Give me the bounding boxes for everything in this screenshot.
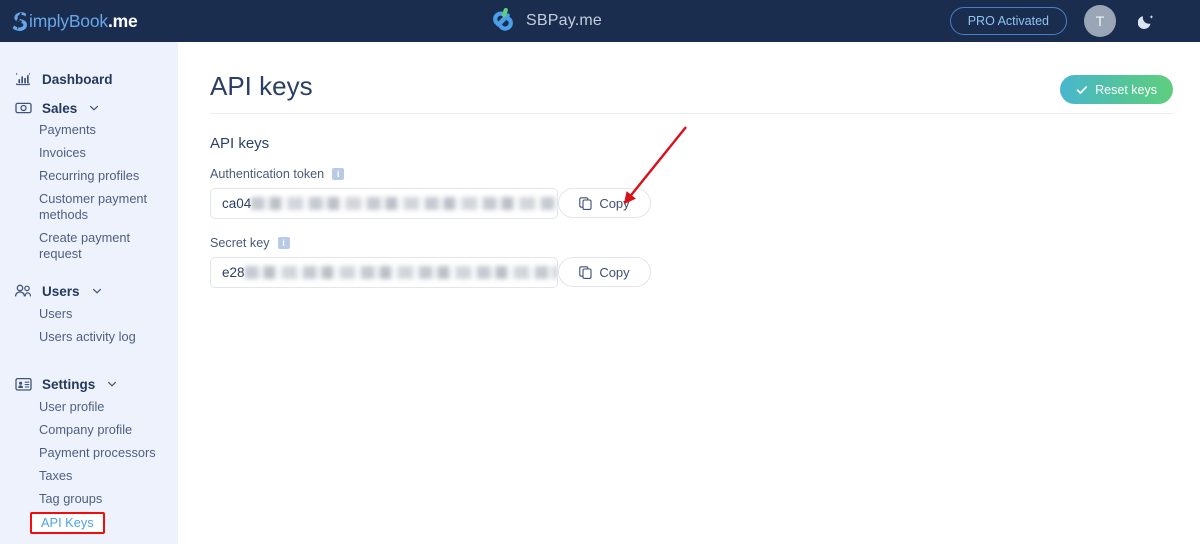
authentication-token-value: ca04 (222, 196, 252, 211)
sidebar-subitem-users[interactable]: Users (0, 306, 72, 322)
avatar[interactable]: T (1084, 5, 1116, 37)
chevron-down-icon[interactable] (89, 103, 99, 113)
authentication-token-masked-value (251, 197, 557, 210)
sidebar: Dashboard Sales Payments Invoices Recurr… (0, 42, 178, 544)
id-card-icon (14, 375, 32, 393)
authentication-token-input[interactable]: ca04 (210, 188, 558, 219)
pro-activated-badge[interactable]: PRO Activated (949, 7, 1067, 35)
sidebar-subitem-tag-groups[interactable]: Tag groups (0, 491, 102, 507)
info-icon[interactable]: i (332, 168, 345, 180)
sidebar-subitem-create-payment-request[interactable]: Create payment request (0, 230, 130, 262)
sidebar-subitem-user-profile[interactable]: User profile (0, 399, 104, 415)
secret-key-input[interactable]: e28 (210, 257, 558, 288)
sbpay-mark-icon (493, 7, 513, 31)
app-window: implyBook.me SBPay.me PRO Activated T Da… (0, 0, 1200, 544)
sbpay-logo[interactable]: SBPay.me (489, 6, 602, 36)
copy-label: Copy (599, 195, 630, 211)
sidebar-subitem-api-keys[interactable]: API Keys (30, 512, 105, 534)
sidebar-subitem-payment-processors[interactable]: Payment processors (0, 445, 156, 461)
info-icon[interactable]: i (277, 237, 290, 249)
chevron-down-icon[interactable] (92, 286, 102, 296)
copy-icon (579, 196, 592, 210)
users-icon (14, 282, 32, 300)
simplybook-logo[interactable]: implyBook.me (12, 9, 138, 33)
theme-toggle-button[interactable] (1130, 5, 1162, 37)
sidebar-item-dashboard[interactable]: Dashboard (0, 68, 178, 90)
sidebar-item-users[interactable]: Users (0, 280, 178, 302)
copy-button-secret-key[interactable]: Copy (558, 257, 651, 287)
simplybook-s-icon (12, 11, 27, 31)
secret-key-label: Secret key i (210, 236, 290, 250)
sidebar-subitem-payments[interactable]: Payments (0, 122, 96, 138)
header-divider (210, 113, 1173, 114)
banknote-icon (14, 99, 32, 117)
copy-icon (579, 265, 592, 279)
sidebar-label-sales: Sales (42, 100, 78, 116)
authentication-token-label-text: Authentication token (210, 167, 325, 181)
sidebar-subitem-company-profile[interactable]: Company profile (0, 422, 132, 438)
sidebar-item-sales[interactable]: Sales (0, 97, 178, 119)
sidebar-label-dashboard: Dashboard (42, 71, 113, 87)
simplybook-wordmark: implyBook.me (29, 10, 138, 31)
sidebar-subitem-customer-payment-methods[interactable]: Customer payment methods (0, 191, 147, 223)
sidebar-label-users: Users (42, 283, 80, 299)
authentication-token-label: Authentication token i (210, 167, 345, 181)
sidebar-subitem-recurring-profiles[interactable]: Recurring profiles (0, 168, 139, 184)
secret-key-label-text: Secret key (210, 236, 270, 250)
page-title: API keys (210, 71, 313, 101)
secret-key-value: e28 (222, 265, 245, 280)
bar-chart-icon (14, 70, 32, 88)
chevron-down-icon[interactable] (107, 379, 117, 389)
copy-button-authentication-token[interactable]: Copy (558, 188, 651, 218)
secret-key-masked-value (244, 266, 557, 279)
sidebar-subitem-users-activity-log[interactable]: Users activity log (0, 329, 136, 345)
sidebar-subitem-invoices[interactable]: Invoices (0, 145, 86, 161)
check-icon (1076, 85, 1088, 94)
moon-icon (1137, 14, 1153, 29)
reset-keys-label: Reset keys (1095, 82, 1157, 97)
section-title: API keys (210, 135, 270, 152)
sidebar-item-settings[interactable]: Settings (0, 373, 178, 395)
sbpay-wordmark: SBPay.me (526, 12, 602, 29)
sidebar-subitem-taxes[interactable]: Taxes (0, 468, 72, 484)
reset-keys-button[interactable]: Reset keys (1060, 75, 1173, 104)
copy-label: Copy (599, 264, 630, 280)
top-bar: implyBook.me SBPay.me PRO Activated T (0, 0, 1200, 42)
sidebar-label-settings: Settings (42, 376, 96, 392)
main-content: API keys Reset keys API keys Authenticat… (178, 42, 1200, 544)
